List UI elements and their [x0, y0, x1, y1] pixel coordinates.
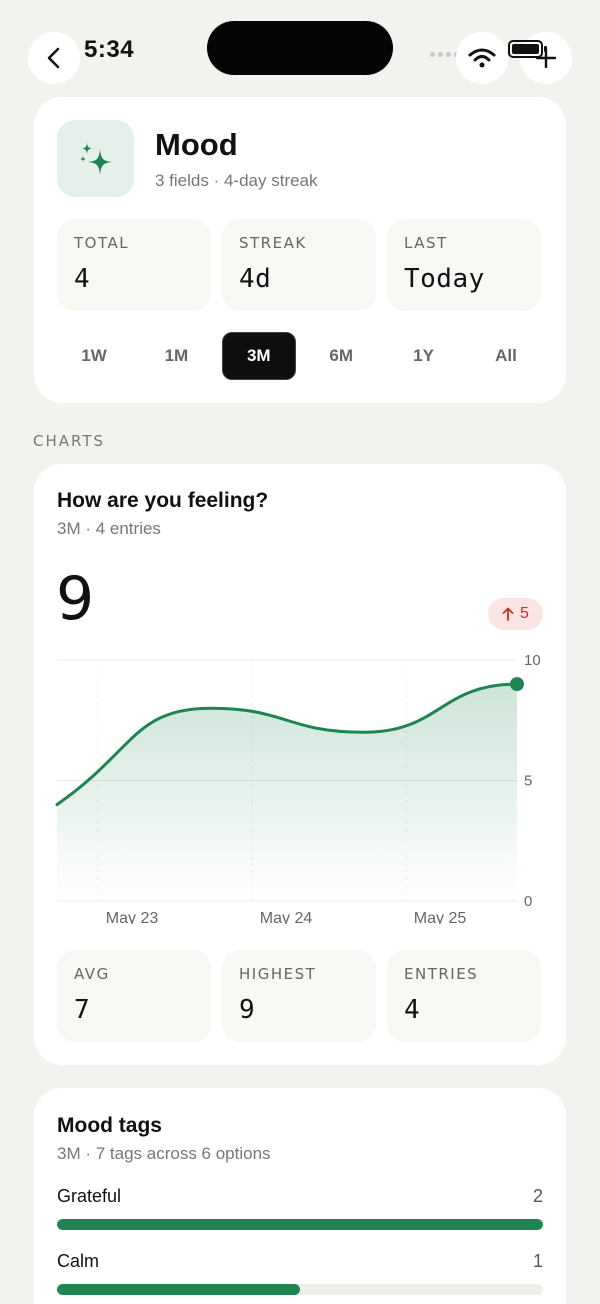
- summary-card: Mood 3 fields · 4-day streak TOTAL 4 STR…: [34, 97, 566, 403]
- stat-label: TOTAL: [74, 234, 130, 252]
- stat-value: 4d: [239, 264, 272, 294]
- wifi-icon: [468, 48, 496, 68]
- page-subtitle: 3 fields · 4-day streak: [155, 171, 318, 190]
- arrow-up-icon: [502, 607, 514, 621]
- mood-app-icon: [57, 120, 134, 197]
- back-chevron-icon: [47, 47, 60, 69]
- stat-last: LAST Today: [387, 219, 541, 311]
- change-value: 5: [520, 605, 529, 622]
- mood-chart-card: How are you feeling? 3M · 4 entries 9 5 …: [34, 464, 566, 1065]
- tags-title: Mood tags: [57, 1114, 162, 1137]
- range-1m[interactable]: 1M: [139, 332, 213, 380]
- tags-subtitle: 3M · 7 tags across 6 options: [57, 1144, 271, 1163]
- stat-value: Today: [404, 264, 485, 294]
- stat-label: ENTRIES: [404, 965, 479, 983]
- tag-bar-fill: [57, 1219, 543, 1230]
- stat-label: STREAK: [239, 234, 307, 252]
- range-1w[interactable]: 1W: [57, 332, 131, 380]
- tag-count: 2: [532, 1186, 543, 1206]
- stat-value: 4: [74, 264, 91, 294]
- tag-bar-track: [57, 1219, 543, 1230]
- chart-title: How are you feeling?: [57, 489, 269, 512]
- chart-stats: AVG 7 HIGHEST 9 ENTRIES 4: [57, 950, 541, 1042]
- y-tick-label: 5: [524, 773, 532, 790]
- status-time: 5:34: [84, 36, 135, 63]
- tag-label: Grateful: [57, 1186, 122, 1206]
- stat-label: AVG: [74, 965, 110, 983]
- tag-bar-track: [57, 1284, 543, 1295]
- chart-area: [57, 684, 517, 901]
- summary-stats: TOTAL 4 STREAK 4d LAST Today: [57, 219, 541, 311]
- tag-count: 1: [532, 1251, 543, 1271]
- stat-value: 4: [404, 995, 421, 1025]
- stat-entries: ENTRIES 4: [387, 950, 541, 1042]
- range-6m[interactable]: 6M: [304, 332, 378, 380]
- stat-label: LAST: [404, 234, 448, 252]
- chart-subtitle: 3M · 4 entries: [57, 519, 161, 538]
- x-tick-label: May 25: [414, 910, 467, 924]
- range-selector: 1W 1M 3M 6M 1Y All: [57, 332, 543, 380]
- tag-label: Calm: [57, 1251, 100, 1271]
- range-1y[interactable]: 1Y: [387, 332, 461, 380]
- page-title: Mood: [155, 127, 238, 162]
- x-tick-label: May 24: [260, 910, 313, 924]
- mood-line-chart[interactable]: 10 5 0 May 23 May 24 May 25: [34, 634, 566, 924]
- change-badge: 5: [488, 598, 543, 630]
- stat-value: 7: [74, 995, 91, 1025]
- stat-highest: HIGHEST 9: [222, 950, 376, 1042]
- y-tick-label: 10: [524, 652, 541, 669]
- sparkle-icon: [79, 142, 112, 175]
- current-value: 9: [56, 564, 95, 634]
- x-tick-label: May 23: [106, 910, 159, 924]
- status-bar: 5:34: [0, 0, 600, 90]
- tag-bar-fill: [57, 1284, 300, 1295]
- stat-total: TOTAL 4: [57, 219, 211, 311]
- wifi-button[interactable]: [456, 32, 508, 84]
- back-button[interactable]: [28, 32, 80, 84]
- stat-value: 9: [239, 995, 256, 1025]
- stat-label: HIGHEST: [239, 965, 317, 983]
- section-label-charts: CHARTS: [33, 432, 106, 450]
- tag-row-grateful[interactable]: Grateful 2: [57, 1186, 543, 1230]
- stat-avg: AVG 7: [57, 950, 211, 1042]
- chart-point-latest[interactable]: [510, 677, 524, 692]
- tag-row-calm[interactable]: Calm 1: [57, 1251, 543, 1295]
- dynamic-island: [207, 21, 393, 75]
- range-3m[interactable]: 3M: [221, 332, 296, 380]
- mood-tags-card: Mood tags 3M · 7 tags across 6 options G…: [34, 1088, 566, 1304]
- stat-streak: STREAK 4d: [222, 219, 376, 311]
- y-tick-label: 0: [524, 893, 532, 910]
- battery-icon: [508, 40, 547, 58]
- range-all[interactable]: All: [469, 332, 543, 380]
